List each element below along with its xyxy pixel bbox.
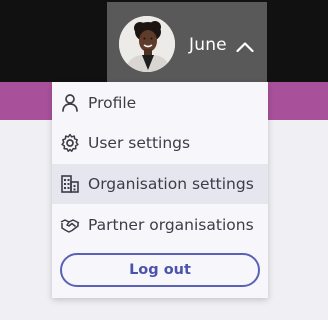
user-dropdown-menu: Profile User settings Organisation setti… (52, 82, 268, 298)
menu-item-organisation-settings[interactable]: Organisation settings (52, 164, 268, 204)
chevron-up-icon (236, 38, 254, 57)
avatar-photo (119, 16, 175, 72)
user-name: June (189, 35, 227, 55)
person-icon (60, 93, 80, 113)
gear-icon (60, 133, 80, 153)
menu-item-profile[interactable]: Profile (52, 83, 268, 123)
menu-item-label: User settings (88, 134, 191, 152)
menu-item-user-settings[interactable]: User settings (52, 123, 268, 163)
building-icon (60, 174, 80, 194)
logout-button[interactable]: Log out (60, 253, 260, 287)
menu-item-label: Profile (88, 94, 137, 112)
avatar[interactable] (119, 16, 175, 72)
user-menu-toggle[interactable]: June (107, 2, 267, 82)
menu-item-label: Partner organisations (88, 216, 254, 234)
menu-item-partner-organisations[interactable]: Partner organisations (52, 205, 268, 245)
menu-item-label: Organisation settings (88, 175, 254, 193)
handshake-icon (60, 215, 80, 235)
